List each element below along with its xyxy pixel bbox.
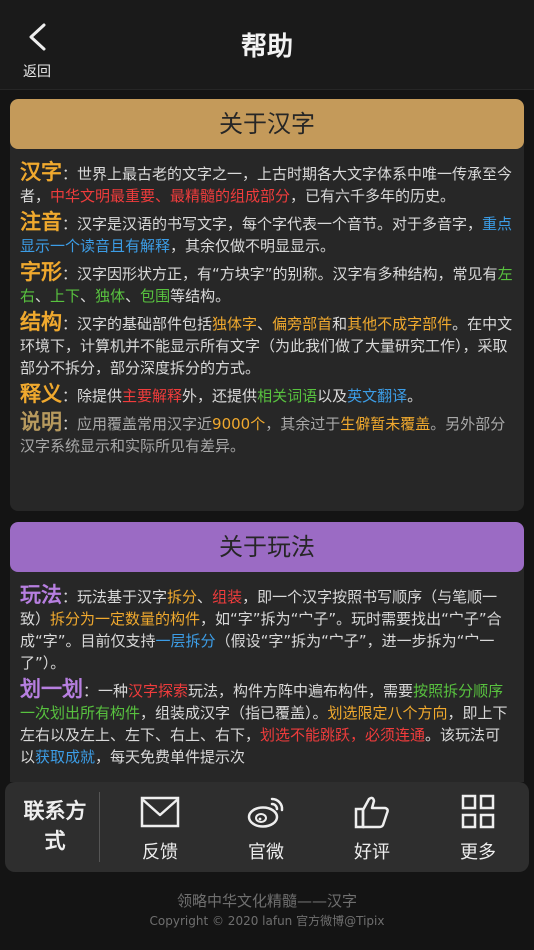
text: 汉字的基础部件包括	[77, 315, 213, 333]
rate-button[interactable]: 好评	[332, 790, 412, 864]
highlight-text: 包围	[140, 287, 171, 305]
more-button[interactable]: 更多	[438, 790, 518, 864]
text: ，其余过于	[265, 415, 341, 433]
highlight-text: 主要解释	[122, 387, 183, 405]
highlight-text: 拆分	[167, 588, 198, 606]
term-meaning: 释义	[20, 382, 62, 406]
paragraph-gameplay: 玩法：玩法基于汉字拆分、组装，即一个汉字按照书写顺序（与笔顺一致）拆分为一定数量…	[20, 584, 514, 674]
highlight-text: 上下	[50, 287, 81, 305]
highlight-text: 相关词语	[257, 387, 318, 405]
separator: ：	[62, 215, 78, 233]
highlight-text: 偏旁部首	[272, 315, 333, 333]
footer-copyright: Copyright © 2020 lafun 官方微博@Tipix	[149, 914, 385, 928]
mail-icon	[140, 796, 180, 828]
rate-label: 好评	[354, 842, 390, 863]
text: 等结构。	[170, 287, 231, 305]
separator: ：	[83, 682, 99, 700]
paragraph-hanzi: 汉字：世界上最古老的文字之一，上古时期各大文字体系中唯一传承至今者，中华文明最重…	[20, 161, 514, 207]
about-gameplay-header: 关于玩法	[10, 522, 524, 572]
paragraph-swipe: 划一划：一种汉字探索玩法，构件方阵中遍布构件，需要按照拆分顺序一次划出所有构件，…	[20, 678, 514, 768]
text: 玩法基于汉字	[77, 588, 168, 606]
separator: ：	[62, 165, 78, 183]
about-hanzi-card: 关于汉字 汉字：世界上最古老的文字之一，上古时期各大文字体系中唯一传承至今者，中…	[10, 99, 524, 511]
text: ，已有六千多年的历史。	[290, 187, 456, 205]
highlight-text: 拆分为一定数量的构件	[50, 610, 201, 628]
thumbs-up-icon	[354, 796, 389, 829]
text: 。	[407, 387, 423, 405]
highlight-text: 划选限定八个方向	[327, 704, 448, 722]
term-note: 说明	[20, 410, 62, 434]
term-structure: 结构	[20, 310, 62, 334]
text: ，其余仅做不明显显示。	[170, 237, 336, 255]
highlight-text: 英文翻译	[347, 387, 408, 405]
toolbar-divider	[99, 792, 100, 862]
separator: ：	[62, 588, 78, 606]
highlight-text: 其他不成字部件	[347, 315, 453, 333]
feedback-label: 反馈	[142, 842, 178, 863]
separator: ：	[62, 415, 78, 433]
text: 一种	[98, 682, 129, 700]
highlight-text: 生僻暂未覆盖	[340, 415, 431, 433]
footer-slogan: 领略中华文化精髓——汉字	[176, 892, 357, 910]
navigation-bar: 返回 帮助	[0, 0, 534, 90]
highlight-text: 一层拆分	[155, 632, 216, 650]
paragraph-meaning: 释义：除提供主要解释外，还提供相关词语以及英文翻译。	[20, 383, 514, 407]
highlight-text: 组装	[212, 588, 243, 606]
weibo-label: 官微	[248, 842, 284, 863]
help-content[interactable]: 关于汉字 汉字：世界上最古老的文字之一，上古时期各大文字体系中唯一传承至今者，中…	[0, 90, 534, 782]
text: 以及	[317, 387, 348, 405]
text: 、	[35, 287, 51, 305]
text: ，每天免费单件提示次	[95, 748, 246, 766]
highlight-text: 中华文明最重要、最精髓的组成部分	[50, 187, 291, 205]
term-swipe: 划一划	[20, 677, 83, 701]
term-hanzi: 汉字	[20, 160, 62, 184]
weibo-button[interactable]: 官微	[226, 790, 306, 864]
text: 、	[80, 287, 96, 305]
paragraph-pinyin: 注音：汉字是汉语的书写文字，每个字代表一个音节。对于多音字，重点显示一个读音且有…	[20, 211, 514, 257]
paragraph-note: 说明：应用覆盖常用汉字近9000个，其余过于生僻暂未覆盖。另外部分汉字系统显示和…	[20, 411, 514, 457]
text: 、	[197, 588, 213, 606]
highlight-text: 获取成就	[35, 748, 96, 766]
text: 外，还提供	[182, 387, 258, 405]
separator: ：	[62, 265, 78, 283]
text: ，组装成汉字（指已覆盖）。	[140, 704, 328, 722]
highlight-text: 9000个	[212, 415, 266, 433]
paragraph-glyph: 字形：汉字因形状方正，有“方块字”的别称。汉字有多种结构，常见有左右、上下、独体…	[20, 261, 514, 307]
grid-icon	[461, 794, 495, 829]
text: 、	[125, 287, 141, 305]
text: 玩法，构件方阵中遍布构件，需要	[188, 682, 414, 700]
separator: ：	[62, 315, 78, 333]
back-label: 返回	[23, 64, 51, 80]
term-gameplay: 玩法	[20, 583, 62, 607]
highlight-text: 独体	[95, 287, 126, 305]
text: 和	[332, 315, 348, 333]
feedback-button[interactable]: 反馈	[120, 790, 200, 864]
text: 除提供	[77, 387, 123, 405]
text: 、	[257, 315, 273, 333]
text: 汉字是汉语的书写文字，每个字代表一个音节。对于多音字，	[77, 215, 483, 233]
highlight-text: 独体字	[212, 315, 258, 333]
about-gameplay-card: 关于玩法 玩法：玩法基于汉字拆分、组装，即一个汉字按照书写顺序（与笔顺一致）拆分…	[10, 522, 524, 782]
contact-label: 联系方式	[23, 799, 87, 853]
paragraph-structure: 结构：汉字的基础部件包括独体字、偏旁部首和其他不成字部件。在中文环境下，计算机并…	[20, 311, 514, 379]
weibo-icon	[247, 797, 284, 828]
text: 应用覆盖常用汉字近	[77, 415, 213, 433]
about-hanzi-header: 关于汉字	[10, 99, 524, 149]
term-pinyin: 注音	[20, 210, 62, 234]
term-glyph: 字形	[20, 260, 62, 284]
more-label: 更多	[460, 842, 496, 863]
page-title: 帮助	[240, 32, 293, 62]
separator: ：	[62, 387, 78, 405]
text: 汉字因形状方正，有“方块字”的别称。汉字有多种结构，常见有	[77, 265, 498, 283]
bottom-toolbar: 联系方式 反馈 官微 好评 更多	[5, 782, 529, 872]
highlight-text: 汉字探索	[128, 682, 189, 700]
highlight-text: 划选不能跳跃，必须连通	[260, 726, 426, 744]
